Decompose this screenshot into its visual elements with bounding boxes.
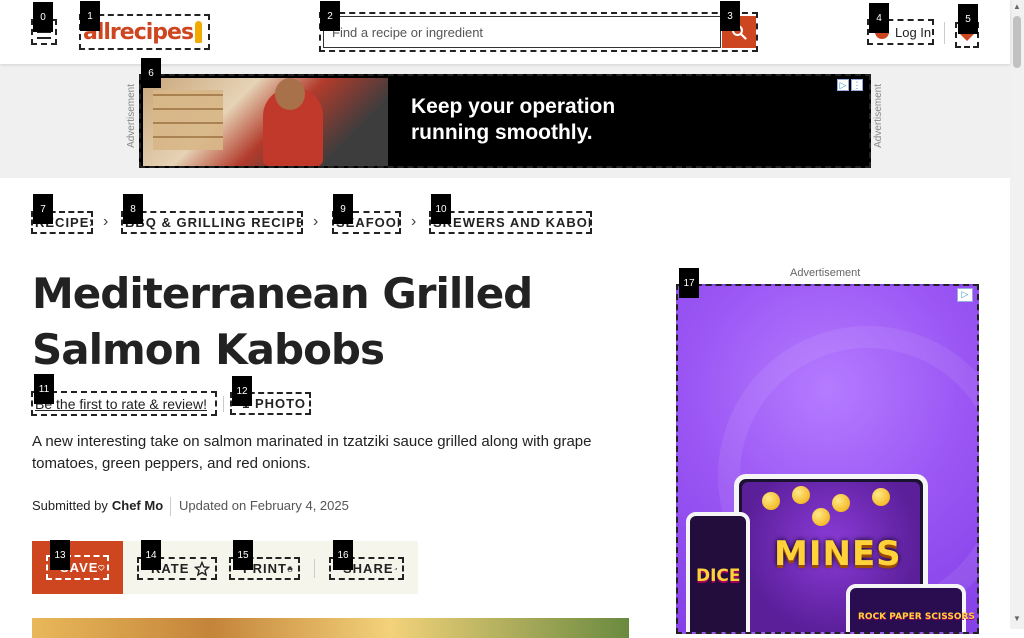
ad-game-mines: MINES — [774, 534, 902, 574]
scrollbar-thumb[interactable] — [1013, 16, 1021, 68]
chevron-right-icon: › — [313, 213, 319, 230]
ad-choices-icon[interactable]: ▷ — [957, 288, 973, 302]
printer-icon — [287, 566, 293, 572]
chevron-right-icon: › — [411, 213, 417, 230]
share-arrow-icon — [393, 567, 397, 570]
tag-13: 13 — [50, 540, 70, 570]
tag-2: 2 — [320, 1, 340, 31]
search-bar — [319, 12, 758, 52]
page-title: Mediterranean Grilled Salmon Kabobs — [32, 269, 533, 374]
header-divider — [944, 22, 945, 44]
ad-game-dice: DICE — [696, 566, 741, 586]
tag-16: 16 — [333, 540, 353, 570]
search-input[interactable] — [323, 16, 721, 48]
tag-3: 3 — [720, 1, 740, 31]
tag-5: 5 — [958, 4, 978, 34]
scrollbar[interactable]: ▲ ▼ — [1010, 0, 1024, 629]
breadcrumb-bbq[interactable]: BBQ & GRILLING RECIPES — [121, 211, 303, 234]
tag-15: 15 — [233, 540, 253, 570]
tag-9: 9 — [333, 194, 353, 224]
tag-4: 4 — [869, 3, 889, 33]
updated-date: Updated on February 4, 2025 — [179, 498, 349, 513]
breadcrumb-skewers[interactable]: SKEWERS AND KABOBS — [429, 211, 592, 234]
tag-17: 17 — [679, 268, 699, 298]
side-ad-label: Advertisement — [790, 267, 861, 279]
ad-label-right: Advertisement — [873, 84, 884, 148]
tag-12: 12 — [232, 376, 252, 406]
chevron-right-icon: › — [103, 213, 109, 230]
divider — [223, 396, 224, 412]
tag-0: 0 — [33, 2, 53, 32]
tag-7: 7 — [33, 194, 53, 224]
ad-choices-icon[interactable]: ▷ ⋮ — [837, 79, 863, 91]
login-label: Log In — [895, 24, 932, 40]
star-icon — [194, 560, 210, 576]
heart-outline-icon — [98, 564, 105, 571]
divider — [314, 559, 315, 578]
ad-photo — [143, 78, 388, 166]
tag-1: 1 — [80, 1, 100, 31]
tag-14: 14 — [141, 540, 161, 570]
divider — [170, 497, 171, 516]
scroll-down-icon[interactable]: ▼ — [1013, 614, 1021, 623]
tag-11: 11 — [34, 374, 54, 404]
submitted-by: Submitted by Chef Mo — [32, 498, 164, 513]
logo-spoon-icon — [195, 21, 203, 43]
recipe-description: A new interesting take on salmon marinat… — [32, 433, 592, 472]
ad-phone-rps: ROCK PAPER SCISSORS — [846, 584, 975, 632]
tag-6: 6 — [141, 58, 161, 88]
ad-label-left: Advertisement — [126, 84, 137, 148]
ad-phone-dice: DICE — [686, 512, 750, 632]
side-ad[interactable]: ▷ MINES DICE ROCK PAPER SCISSORS — [676, 284, 979, 634]
ad-game-rps: ROCK PAPER SCISSORS — [858, 612, 975, 622]
site-header: allrecipes Log In — [0, 0, 1010, 64]
recipe-hero-image[interactable] — [32, 618, 629, 638]
tag-10: 10 — [431, 194, 451, 224]
rate-review-link[interactable]: Be the first to rate & review! — [31, 391, 217, 416]
top-ad-banner[interactable]: Keep your operation running smoothly. ▷ ⋮ — [139, 74, 871, 168]
tag-8: 8 — [123, 194, 143, 224]
author-link[interactable]: Chef Mo — [112, 498, 163, 513]
scroll-up-icon[interactable]: ▲ — [1013, 2, 1021, 11]
ad-headline: Keep your operation running smoothly. — [411, 95, 616, 144]
